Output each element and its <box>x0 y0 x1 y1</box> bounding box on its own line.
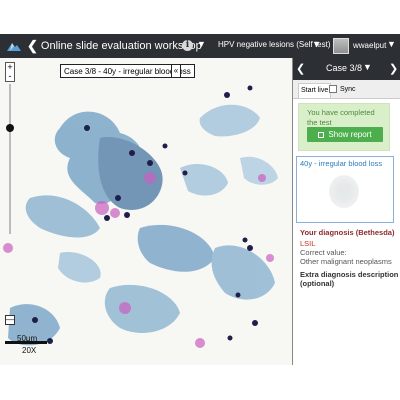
chevron-down-icon[interactable]: ▼ <box>363 62 372 72</box>
chevron-down-icon[interactable]: ▼ <box>312 39 321 49</box>
zoom-slider-thumb[interactable] <box>6 124 14 132</box>
correct-value-label: Correct value: <box>300 248 347 257</box>
slide-thumbnail <box>329 175 359 208</box>
case-title[interactable]: Case 3/8 <box>326 63 362 73</box>
case-navigator: ❮ Case 3/8 ▼ ❯ <box>293 58 400 80</box>
page-footer-area <box>0 365 400 400</box>
chevron-down-icon[interactable]: ▼ <box>387 39 396 49</box>
back-chevron-icon[interactable]: ❮ <box>27 38 38 54</box>
zoom-out-button[interactable]: - <box>6 72 14 81</box>
minimap-toggle[interactable]: — <box>5 315 15 325</box>
completion-text: You have completed the test <box>307 108 375 127</box>
show-report-label: Show report <box>328 130 372 139</box>
panel-tabs: Start live Sync <box>293 80 400 99</box>
app-logo <box>5 39 23 53</box>
slide-image[interactable] <box>0 58 292 365</box>
chevron-down-icon[interactable]: ▼ <box>197 39 206 49</box>
previous-case-icon[interactable]: ❮ <box>296 62 305 75</box>
report-icon <box>318 131 325 138</box>
completion-notice: You have completed the test Show report <box>298 103 390 151</box>
zoom-slider[interactable] <box>9 84 11 234</box>
tab-start-live[interactable]: Start live <box>298 83 332 98</box>
sync-toggle[interactable]: Sync <box>329 85 356 93</box>
slide-thumbnail-card[interactable]: 40y - irregular blood loss <box>296 156 394 223</box>
slide-viewer[interactable]: + - Case 3/8 - 40y - irregular blood los… <box>0 58 292 366</box>
app-header: ❮ Online slide evaluation workshop i ▼ H… <box>0 34 400 58</box>
username[interactable]: wwaelput <box>353 41 386 50</box>
extra-description-heading: Extra diagnosis description (optional) <box>300 270 399 288</box>
diagnosis-value: LSIL <box>300 239 316 248</box>
magnification-label: 20X <box>22 346 37 355</box>
scale-bar <box>5 341 47 344</box>
correct-value: Other malignant neoplasms <box>300 257 392 266</box>
zoom-control[interactable]: + - <box>5 62 15 82</box>
diagnosis-heading: Your diagnosis (Bethesda) <box>300 228 395 237</box>
app-title: Online slide evaluation workshop <box>40 40 202 52</box>
collapse-button[interactable]: « <box>171 64 181 78</box>
sync-label: Sync <box>340 85 356 93</box>
next-case-icon[interactable]: ❯ <box>389 62 398 75</box>
slide-title: 40y - irregular blood loss <box>300 159 383 168</box>
case-panel: ❮ Case 3/8 ▼ ❯ Start live Sync You have … <box>292 58 400 365</box>
info-icon[interactable]: i <box>182 40 193 51</box>
sync-checkbox[interactable] <box>329 85 337 93</box>
show-report-button[interactable]: Show report <box>307 127 383 142</box>
avatar[interactable] <box>333 38 349 54</box>
